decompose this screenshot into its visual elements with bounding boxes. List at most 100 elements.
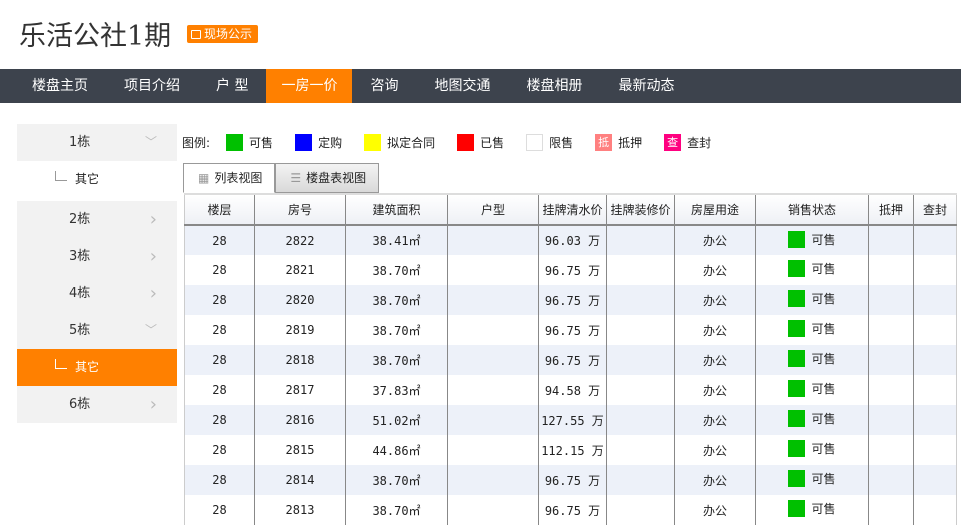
column-header[interactable]: 楼层 — [184, 193, 255, 226]
building-label: 2栋 — [69, 212, 91, 227]
nav-item[interactable]: 户 型 — [198, 69, 266, 103]
column-header[interactable]: 房屋用途 — [674, 193, 756, 226]
table-row[interactable]: 28 2820 38.70㎡ 96.75 万 办公 可售 — [184, 285, 957, 315]
nav-item[interactable]: 地图交通 — [416, 69, 508, 103]
nav-item[interactable]: 楼盘主页 — [14, 69, 106, 103]
status-swatch — [788, 440, 806, 457]
table-cell: 96.75 万 — [538, 345, 607, 375]
sidebar-building[interactable]: 6栋 › — [17, 386, 177, 423]
table-cell — [868, 435, 914, 465]
table-cell: 2820 — [254, 285, 346, 315]
status-swatch — [788, 290, 806, 307]
building-label: 3栋 — [69, 249, 91, 264]
status-label: 可售 — [811, 442, 836, 456]
table-row[interactable]: 28 2821 38.70㎡ 96.75 万 办公 可售 — [184, 255, 957, 285]
price-table: 楼层 房号 建筑面积 户型 挂牌清水价 挂牌装修价 房屋用途 销售状态 抵押 查封 28 2822 38… — [184, 193, 957, 525]
column-header[interactable]: 建筑面积 — [345, 193, 448, 226]
status-swatch — [788, 260, 806, 277]
table-cell — [868, 405, 914, 435]
table-cell: 办公 — [674, 225, 756, 255]
table-row[interactable]: 28 2817 37.83㎡ 94.58 万 办公 可售 — [184, 375, 957, 405]
sidebar-building[interactable]: 4栋 › — [17, 275, 177, 312]
sidebar-sub-item[interactable]: 其它 — [17, 349, 177, 386]
status-swatch — [788, 470, 806, 487]
table-cell — [606, 285, 675, 315]
table-cell — [606, 465, 675, 495]
table-cell: 办公 — [674, 405, 756, 435]
column-header[interactable]: 销售状态 — [755, 193, 869, 226]
column-header[interactable]: 户型 — [447, 193, 539, 226]
table-cell: 2822 — [254, 225, 346, 255]
table-cell — [913, 285, 957, 315]
table-cell: 办公 — [674, 495, 756, 525]
table-cell: 38.70㎡ — [345, 345, 448, 375]
sale-status-cell: 可售 — [755, 345, 869, 375]
nav-item[interactable]: 楼盘相册 — [508, 69, 600, 103]
table-row[interactable]: 28 2818 38.70㎡ 96.75 万 办公 可售 — [184, 345, 957, 375]
legend-swatch — [295, 134, 313, 151]
building-label: 6栋 — [69, 397, 91, 412]
table-cell: 38.41㎡ — [345, 225, 448, 255]
list-icon: ☰ — [290, 171, 302, 185]
tree-branch-icon — [55, 359, 67, 369]
chevron-right-icon: › — [149, 394, 157, 415]
column-header[interactable]: 查封 — [913, 193, 957, 226]
status-label: 可售 — [811, 352, 836, 366]
table-row[interactable]: 28 2816 51.02㎡ 127.55 万 办公 可售 — [184, 405, 957, 435]
table-cell: 37.83㎡ — [345, 375, 448, 405]
view-tabs: ▦ 列表视图 ☰ 楼盘表视图 — [183, 163, 380, 193]
tab-list-view[interactable]: ▦ 列表视图 — [183, 163, 276, 193]
nav-item[interactable]: 咨询 — [352, 69, 416, 103]
table-cell — [868, 225, 914, 255]
table-cell — [913, 345, 957, 375]
table-cell — [447, 435, 539, 465]
sale-status-cell: 可售 — [755, 405, 869, 435]
table-cell: 38.70㎡ — [345, 315, 448, 345]
table-cell: 办公 — [674, 315, 756, 345]
legend-item: 可售 — [226, 134, 273, 151]
onsite-notice-badge[interactable]: 现场公示 — [187, 25, 259, 43]
tree-branch-icon — [55, 171, 67, 181]
sidebar-building[interactable]: 1栋 ﹀ — [17, 124, 177, 161]
table-row[interactable]: 28 2813 38.70㎡ 96.75 万 办公 可售 — [184, 495, 957, 525]
legend: 图例: 可售 定购 拟定合同 已售 限售 抵抵押 查查封 — [182, 134, 733, 151]
nav-item[interactable]: 一房一价 — [266, 69, 353, 103]
tab-building-view[interactable]: ☰ 楼盘表视图 — [275, 163, 380, 193]
column-header[interactable]: 抵押 — [868, 193, 914, 226]
column-header[interactable]: 挂牌清水价 — [538, 193, 607, 226]
legend-item: 查查封 — [664, 134, 711, 151]
status-badge: 可售 — [788, 500, 836, 517]
table-cell: 96.75 万 — [538, 315, 607, 345]
tab-label: 楼盘表视图 — [306, 171, 367, 185]
table-row[interactable]: 28 2815 44.86㎡ 112.15 万 办公 可售 — [184, 435, 957, 465]
table-cell — [606, 375, 675, 405]
sidebar-building[interactable]: 2栋 › — [17, 201, 177, 238]
table-cell: 44.86㎡ — [345, 435, 448, 465]
column-header[interactable]: 房号 — [254, 193, 346, 226]
sidebar-sub-item[interactable]: 其它 — [17, 161, 177, 198]
table-cell — [606, 345, 675, 375]
table-cell: 28 — [184, 345, 255, 375]
sidebar-building[interactable]: 5栋 ﹀ — [17, 312, 177, 349]
table-cell — [606, 225, 675, 255]
project-title: 乐活公社1期 — [19, 21, 172, 52]
legend-swatch: 查 — [664, 134, 682, 151]
table-row[interactable]: 28 2822 38.41㎡ 96.03 万 办公 可售 — [184, 225, 957, 255]
status-label: 可售 — [811, 502, 836, 516]
status-swatch — [788, 500, 806, 517]
table-cell — [606, 255, 675, 285]
table-cell: 2816 — [254, 405, 346, 435]
table-cell — [913, 495, 957, 525]
table-cell — [913, 375, 957, 405]
legend-item: 拟定合同 — [364, 134, 435, 151]
nav-item[interactable]: 最新动态 — [600, 69, 692, 103]
sidebar-building[interactable]: 3栋 › — [17, 238, 177, 275]
table-cell: 96.75 万 — [538, 285, 607, 315]
column-header[interactable]: 挂牌装修价 — [606, 193, 675, 226]
table-row[interactable]: 28 2814 38.70㎡ 96.75 万 办公 可售 — [184, 465, 957, 495]
table-cell: 127.55 万 — [538, 405, 607, 435]
status-label: 可售 — [811, 232, 836, 247]
table-cell: 2817 — [254, 375, 346, 405]
table-row[interactable]: 28 2819 38.70㎡ 96.75 万 办公 可售 — [184, 315, 957, 345]
nav-item[interactable]: 项目介绍 — [106, 69, 198, 103]
